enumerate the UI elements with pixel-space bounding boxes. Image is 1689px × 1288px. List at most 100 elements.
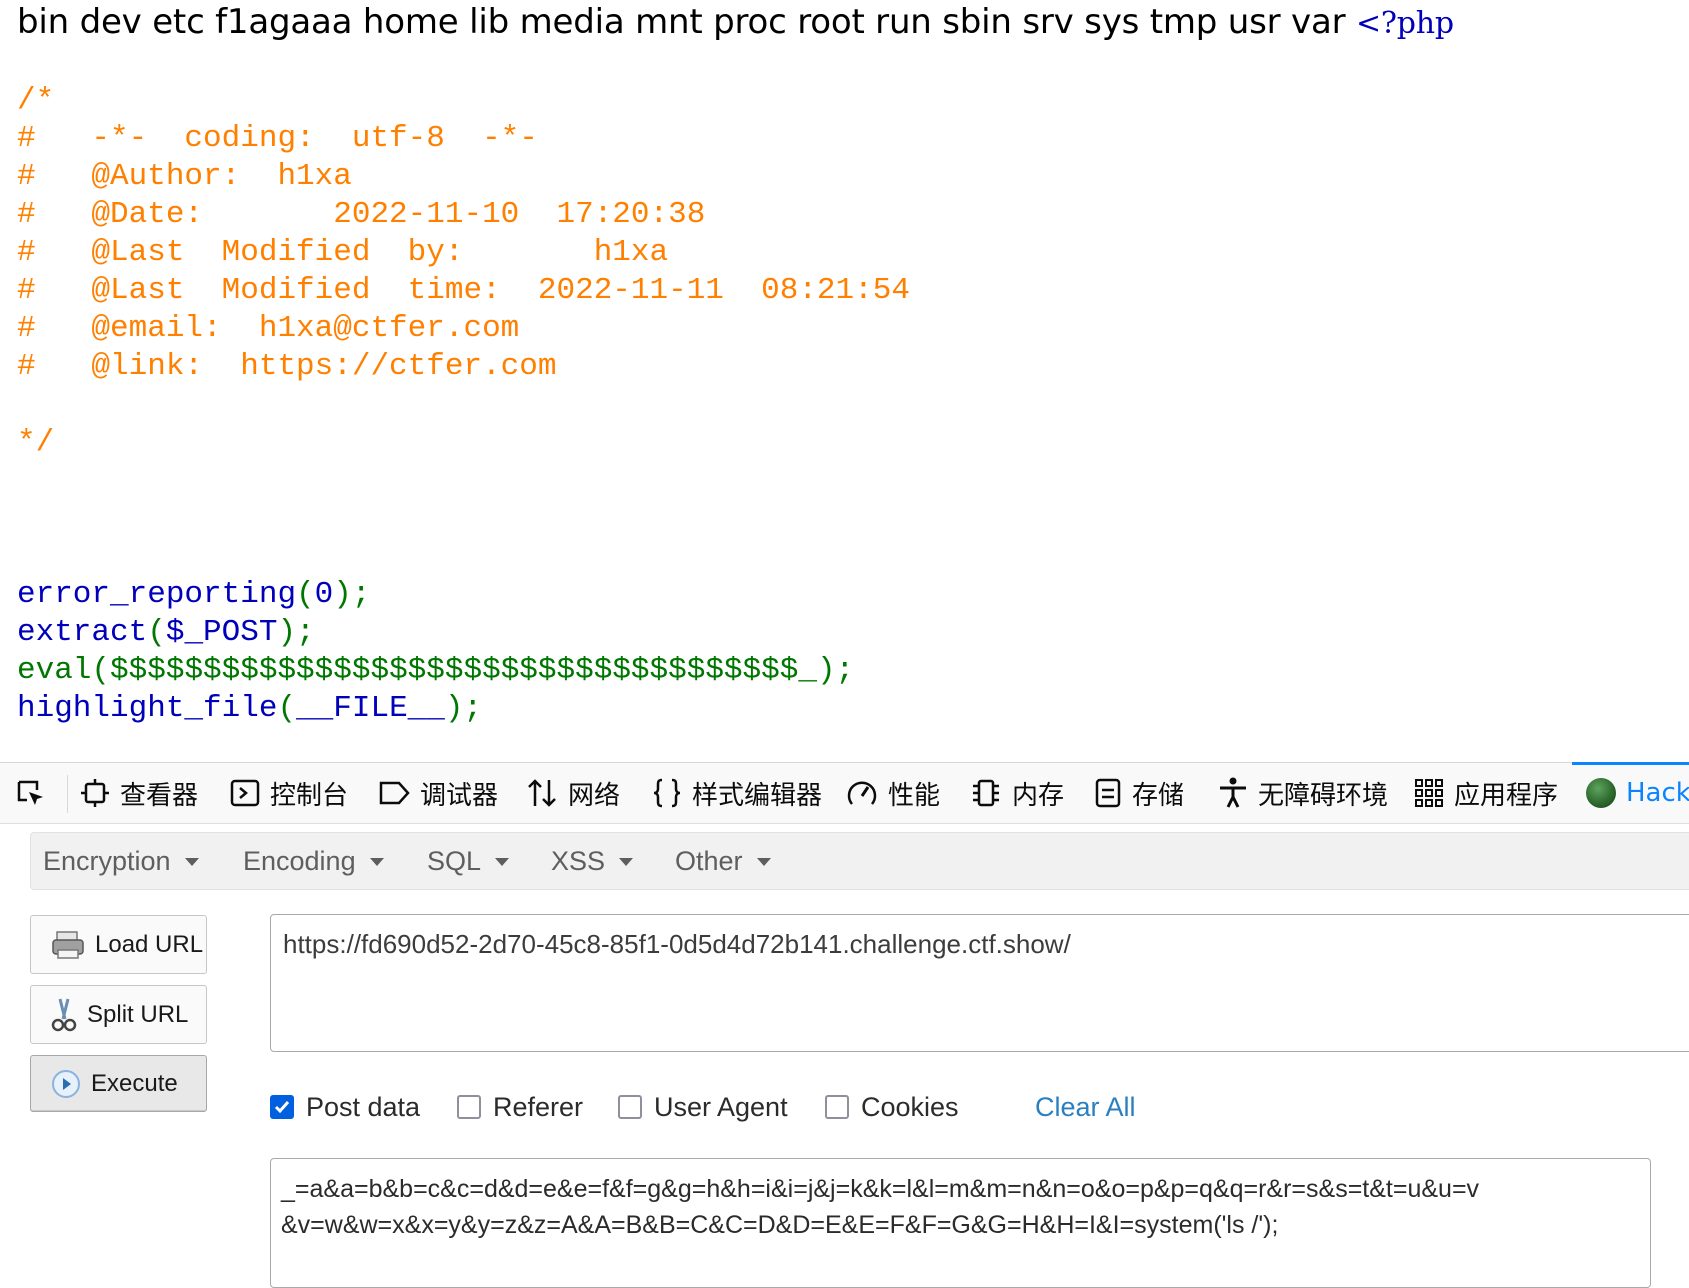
tab-hackbar[interactable]: Hack	[1572, 762, 1689, 823]
tab-inspector[interactable]: 查看器	[80, 763, 198, 823]
request-options: Post data Referer User Agent Cookies Cle…	[270, 1087, 1470, 1127]
load-url-icon	[52, 930, 84, 959]
code-line-extract: extract($_POST);	[17, 615, 315, 650]
tab-label: 调试器	[420, 780, 499, 811]
code-punct: (	[147, 615, 166, 650]
menu-sql[interactable]: SQL	[427, 833, 510, 889]
tab-style-editor[interactable]: 样式编辑器	[652, 763, 822, 823]
chevron-down-icon	[184, 858, 199, 866]
menu-label: SQL	[427, 845, 482, 876]
post-data-field[interactable]: _=a&a=b&b=c&c=d&d=e&e=f&f=g&g=h&h=i&i=j&…	[270, 1158, 1651, 1288]
toolbar-separator	[67, 775, 68, 813]
menu-xss[interactable]: XSS	[551, 833, 634, 889]
tab-storage[interactable]: 存储	[1094, 763, 1184, 823]
comment-line: # -*- coding: utf-8 -*-	[17, 121, 538, 156]
tab-console[interactable]: 控制台	[230, 763, 348, 823]
code-punct: (	[277, 691, 297, 726]
menu-label: XSS	[551, 845, 606, 876]
button-label: Load URL	[95, 930, 204, 958]
code-punct: );	[444, 691, 483, 726]
url-field[interactable]: https://fd690d52-2d70-45c8-85f1-0d5d4d72…	[270, 914, 1689, 1052]
tab-performance[interactable]: 性能	[846, 763, 940, 823]
element-picker-button[interactable]	[14, 777, 48, 811]
comment-line: # @Date: 2022-11-10 17:20:38	[17, 197, 706, 232]
memory-icon	[973, 779, 999, 807]
comment-line: /*	[17, 83, 55, 118]
clear-all-link[interactable]: Clear All	[1035, 1087, 1136, 1127]
button-label: Execute	[91, 1069, 178, 1097]
inspector-icon	[81, 779, 109, 807]
code-func: highlight_file	[17, 691, 278, 726]
tab-accessibility[interactable]: 无障碍环境	[1218, 763, 1388, 823]
button-label: Split URL	[87, 1000, 189, 1028]
comment-line: # @Last Modified time: 2022-11-11 08:21:…	[17, 273, 910, 308]
devtools-panel: 查看器 控制台 调试器 网络 样式编辑器 性能 内存 存储 无障碍环境 应用程序…	[0, 762, 1689, 1288]
chevron-down-icon	[756, 858, 771, 866]
storage-icon	[1095, 778, 1121, 808]
post-data-option[interactable]: Post data	[270, 1087, 420, 1127]
element-picker-icon	[17, 780, 43, 805]
tab-network[interactable]: 网络	[526, 763, 620, 823]
cookies-option[interactable]: Cookies	[825, 1087, 959, 1127]
menu-encoding[interactable]: Encoding	[243, 833, 384, 889]
code-arg: __FILE__	[296, 691, 445, 726]
referer-option[interactable]: Referer	[457, 1087, 583, 1127]
option-label: Post data	[306, 1091, 421, 1122]
accessibility-icon	[1220, 777, 1246, 808]
directory-listing: bin dev etc f1agaaa home lib media mnt p…	[17, 2, 1356, 42]
code-punct: (	[91, 653, 111, 688]
user-agent-checkbox[interactable]	[618, 1095, 642, 1119]
tab-memory[interactable]: 内存	[970, 763, 1064, 823]
code-punct: );	[333, 577, 371, 612]
code-line-highlight-file: highlight_file(__FILE__);	[17, 691, 482, 726]
user-agent-option[interactable]: User Agent	[618, 1087, 788, 1127]
command-output: bin dev etc f1agaaa home lib media mnt p…	[17, 2, 1454, 42]
tab-debugger[interactable]: 调试器	[378, 763, 498, 823]
code-arg: 0	[314, 577, 334, 612]
hackbar-menubar: Encryption Encoding SQL XSS Other	[30, 832, 1689, 890]
tab-label: 应用程序	[1454, 780, 1559, 811]
performance-icon	[847, 781, 877, 805]
post-data-checkbox[interactable]	[270, 1095, 294, 1119]
menu-label: Encoding	[243, 845, 356, 876]
play-icon	[52, 1069, 80, 1098]
option-label: Cookies	[861, 1091, 959, 1122]
code-arg: $_POST	[165, 615, 278, 650]
scissors-icon	[51, 998, 77, 1031]
code-punct: );	[816, 653, 855, 688]
menu-encryption[interactable]: Encryption	[43, 833, 199, 889]
code-func: extract	[17, 615, 148, 650]
chevron-down-icon	[369, 858, 384, 866]
tab-label: Hack	[1626, 778, 1689, 808]
tab-label: 无障碍环境	[1258, 780, 1389, 811]
menu-label: Other	[675, 845, 743, 876]
style-editor-icon	[653, 778, 681, 808]
option-label: Referer	[493, 1091, 584, 1122]
tab-label: 样式编辑器	[692, 780, 823, 811]
application-icon	[1415, 779, 1443, 807]
console-icon	[230, 779, 260, 807]
tab-application[interactable]: 应用程序	[1414, 763, 1558, 823]
tab-label: 控制台	[270, 780, 349, 811]
option-label: User Agent	[654, 1091, 788, 1122]
tab-label: 查看器	[120, 780, 199, 811]
cookies-checkbox[interactable]	[825, 1095, 849, 1119]
referer-checkbox[interactable]	[457, 1095, 481, 1119]
menu-label: Encryption	[43, 845, 171, 876]
comment-line: # @email: h1xa@ctfer.com	[17, 311, 520, 346]
load-url-button[interactable]: Load URL	[30, 915, 207, 974]
devtools-toolbar: 查看器 控制台 调试器 网络 样式编辑器 性能 内存 存储 无障碍环境 应用程序…	[0, 762, 1689, 824]
comment-line: */	[17, 425, 55, 460]
code-line-eval: eval($$$$$$$$$$$$$$$$$$$$$$$$$$$$$$$$$$$…	[17, 653, 854, 688]
execute-button[interactable]: Execute	[30, 1055, 207, 1112]
comment-line: # @link: https://ctfer.com	[17, 349, 557, 384]
network-icon	[528, 779, 556, 807]
split-url-button[interactable]: Split URL	[30, 985, 207, 1044]
comment-line: # @Last Modified by: h1xa	[17, 235, 669, 270]
comment-line: # @Author: h1xa	[17, 159, 352, 194]
checkmark-icon	[274, 1101, 290, 1114]
debugger-icon	[379, 781, 410, 805]
menu-other[interactable]: Other	[675, 833, 771, 889]
hackbar-icon	[1586, 778, 1616, 808]
code-punct: );	[277, 615, 315, 650]
